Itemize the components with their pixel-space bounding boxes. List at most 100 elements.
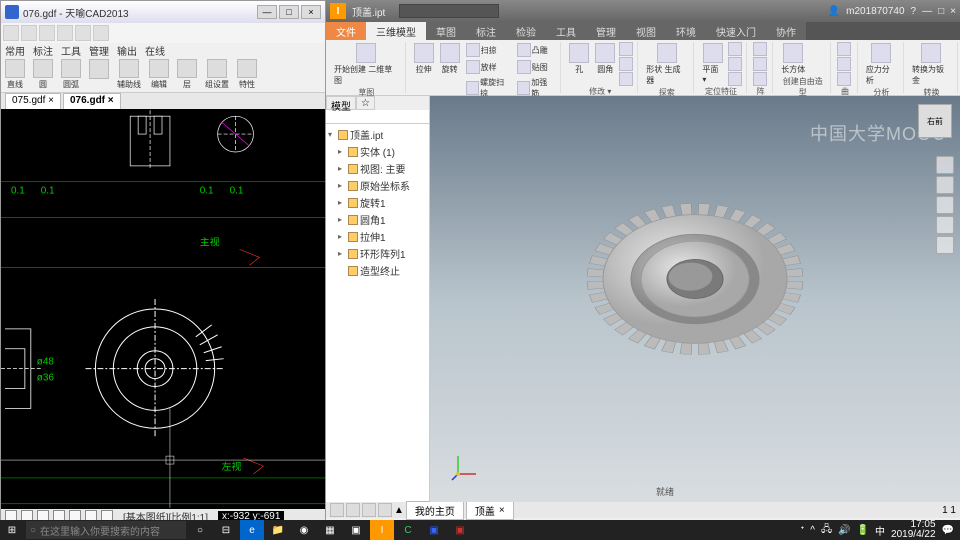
rib-rect[interactable]: [89, 59, 109, 90]
revolve-button[interactable]: 旋转: [438, 42, 462, 100]
tb-camtasia-icon[interactable]: C: [396, 520, 420, 540]
extrude-button[interactable]: 拉伸: [412, 42, 436, 100]
nav-orbit-icon[interactable]: [936, 176, 954, 194]
nav-look-icon[interactable]: [936, 236, 954, 254]
tree-expand-icon[interactable]: ▾: [328, 130, 336, 139]
tray-net-icon[interactable]: 🖧: [821, 522, 832, 539]
inv-min-button[interactable]: —: [922, 6, 932, 17]
tb-app2-icon[interactable]: ▣: [344, 520, 368, 540]
inv-titlebar[interactable]: I 顶盖.ipt 👤 m201870740 ? — □ ×: [326, 0, 960, 22]
tray-up-icon[interactable]: ^: [810, 525, 815, 536]
stress-button[interactable]: 应力分析: [864, 42, 899, 87]
taskbar-search[interactable]: ○在这里输入你要搜索的内容: [26, 521, 186, 539]
tree-expand-icon[interactable]: ▸: [338, 198, 346, 207]
cortana-icon[interactable]: ○: [188, 520, 212, 540]
tree-item[interactable]: ▸环形阵列1: [328, 245, 427, 262]
nav-zoom-icon[interactable]: [936, 216, 954, 234]
thread-icon[interactable]: [619, 72, 633, 86]
tree-item[interactable]: ▸原始坐标系: [328, 177, 427, 194]
tree-expand-icon[interactable]: ▸: [338, 215, 346, 224]
tb-app3-icon[interactable]: ▣: [422, 520, 446, 540]
nav-home-icon[interactable]: [936, 156, 954, 174]
taskbar-clock[interactable]: 17:05 2019/4/22: [891, 520, 936, 540]
tb-inventor-icon[interactable]: I: [370, 520, 394, 540]
tab-collab[interactable]: 协作: [766, 22, 806, 40]
box-button[interactable]: 长方体: [779, 42, 807, 76]
username[interactable]: m201870740: [846, 6, 904, 17]
sheetmetal-button[interactable]: 转换为钣金: [910, 42, 953, 87]
emboss-button[interactable]: 凸雕: [515, 42, 556, 58]
stat-tri-icon[interactable]: ▲: [394, 505, 404, 516]
tab-sketch[interactable]: 草图: [426, 22, 466, 40]
menu-annotate[interactable]: 标注: [33, 43, 53, 57]
pattern-rect-icon[interactable]: [753, 42, 767, 56]
tree-item[interactable]: ▸拉伸1: [328, 228, 427, 245]
rib-helper[interactable]: 辅助线: [117, 59, 141, 90]
nav-pan-icon[interactable]: [936, 196, 954, 214]
stat-ico-4[interactable]: [378, 503, 392, 517]
maximize-button[interactable]: □: [279, 5, 299, 19]
tb-app4-icon[interactable]: ▣: [448, 520, 472, 540]
tree-tab-model[interactable]: 模型: [326, 96, 356, 110]
draft-icon[interactable]: [619, 57, 633, 71]
start-sketch-button[interactable]: 开始创建 二维草图: [332, 42, 401, 87]
tray-vol-icon[interactable]: 🔊: [838, 525, 850, 536]
tab-file[interactable]: 文件: [326, 22, 366, 40]
qat-print-icon[interactable]: [57, 25, 73, 41]
help-icon[interactable]: ?: [911, 6, 917, 17]
tab-environ[interactable]: 环境: [666, 22, 706, 40]
start-button[interactable]: ⊞: [0, 520, 24, 540]
menu-tools[interactable]: 工具: [61, 43, 81, 57]
plane-button[interactable]: 平面 ▾: [700, 42, 725, 86]
tree-expand-icon[interactable]: ▸: [338, 249, 346, 258]
qat-save-icon[interactable]: [39, 25, 55, 41]
tree-expand-icon[interactable]: ▸: [338, 232, 346, 241]
taskview-icon[interactable]: ⊟: [214, 520, 238, 540]
qat-open-icon[interactable]: [21, 25, 37, 41]
menu-online[interactable]: 在线: [145, 43, 165, 57]
rib-edit[interactable]: 编辑: [149, 59, 169, 90]
cad-tab-1[interactable]: 076.gdf ×: [63, 93, 121, 109]
sweep-button[interactable]: 扫掠: [464, 42, 513, 58]
rib-props[interactable]: 特性: [237, 59, 257, 90]
shape-gen-button[interactable]: 形状 生成器: [644, 42, 689, 87]
tb-app1-icon[interactable]: ▦: [318, 520, 342, 540]
tab-tools[interactable]: 工具: [546, 22, 586, 40]
rib-arc[interactable]: 圆弧: [61, 59, 81, 90]
tree-tab-fav[interactable]: ☆: [356, 96, 375, 110]
mirror-icon[interactable]: [753, 72, 767, 86]
stat-ico-2[interactable]: [346, 503, 360, 517]
tree-item[interactable]: ▸圆角1: [328, 211, 427, 228]
tree-expand-icon[interactable]: ▸: [338, 147, 346, 156]
minimize-button[interactable]: —: [257, 5, 277, 19]
close-button[interactable]: ×: [301, 5, 321, 19]
fillet-button[interactable]: 圆角: [593, 42, 617, 86]
viewcube[interactable]: 右前: [918, 104, 952, 138]
menu-common[interactable]: 常用: [5, 43, 25, 57]
loft-button[interactable]: 放样: [464, 59, 513, 75]
tab-inspect[interactable]: 检验: [506, 22, 546, 40]
tab-view[interactable]: 视图: [626, 22, 666, 40]
doc-close-icon[interactable]: ×: [499, 505, 505, 516]
tree-item[interactable]: ▸视图: 主要: [328, 160, 427, 177]
ucs-icon[interactable]: [728, 72, 742, 86]
rib-line[interactable]: 直线: [5, 59, 25, 90]
rib-groupset[interactable]: 组设置: [205, 59, 229, 90]
inv-help-search[interactable]: [399, 4, 499, 18]
hole-button[interactable]: 孔: [567, 42, 591, 86]
surf2-icon[interactable]: [837, 57, 851, 71]
cad-canvas[interactable]: 0.10.1 0.10.1: [1, 109, 325, 509]
shell-icon[interactable]: [619, 42, 633, 56]
tb-explorer-icon[interactable]: 📁: [266, 520, 290, 540]
rib-layer[interactable]: 层: [177, 59, 197, 90]
cad-tab-0[interactable]: 075.gdf ×: [5, 93, 61, 109]
tray-people-icon[interactable]: ᕀ: [800, 525, 804, 536]
cad-titlebar[interactable]: 076.gdf - 天喻CAD2013 — □ ×: [1, 1, 325, 23]
tree-item[interactable]: ▾顶盖.ipt: [328, 126, 427, 143]
tray-batt-icon[interactable]: 🔋: [857, 525, 869, 536]
notif-icon[interactable]: 💬: [942, 525, 954, 536]
stat-ico-3[interactable]: [362, 503, 376, 517]
point-icon[interactable]: [728, 57, 742, 71]
axis-icon[interactable]: [728, 42, 742, 56]
qat-undo-icon[interactable]: [75, 25, 91, 41]
